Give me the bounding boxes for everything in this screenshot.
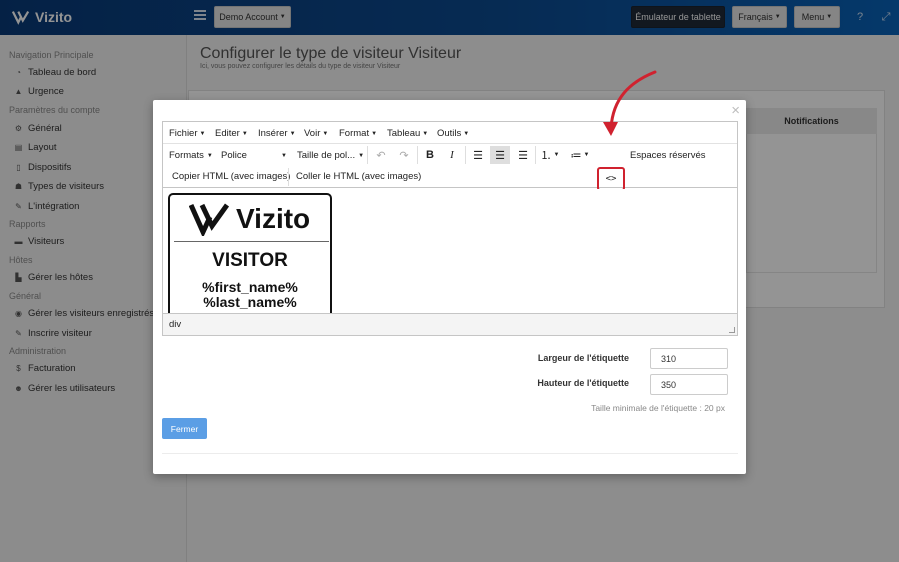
caret-down-icon: ▼ — [553, 152, 560, 158]
badge-divider — [174, 241, 329, 242]
caret-down-icon: ▼ — [358, 152, 365, 159]
copy-html-label: Copier HTML (avec images) — [172, 171, 291, 182]
bullet-list-icon[interactable]: ≔ ▼ — [567, 146, 593, 164]
placeholders-button[interactable]: Espaces réservés — [630, 150, 706, 161]
resize-handle-icon[interactable] — [729, 327, 735, 333]
badge-last-name: %last_name% — [203, 294, 297, 310]
undo-icon[interactable]: ↶ — [371, 146, 391, 164]
menu-file[interactable]: Fichier ▼ — [169, 128, 205, 139]
caret-down-icon: ▼ — [206, 152, 213, 159]
menu-label: Editer — [215, 128, 240, 139]
caret-down-icon: ▼ — [322, 130, 329, 137]
editor-toolbar: Formats ▼ Police ▼ Taille de pol... ▼ ↶ ↷ B… — [163, 144, 737, 191]
close-button-label: Fermer — [170, 423, 199, 434]
toolbar-divider — [465, 146, 466, 164]
modal-divider — [162, 453, 738, 454]
source-code-button[interactable]: <> — [597, 167, 625, 191]
paste-html-label: Coller le HTML (avec images) — [296, 171, 422, 182]
align-center-icon[interactable]: ☰ — [490, 146, 510, 164]
code-icon: <> — [605, 174, 617, 184]
menu-edit[interactable]: Editer ▼ — [215, 128, 248, 139]
copy-html-button[interactable]: Copier HTML (avec images) — [172, 171, 290, 182]
annotation-arrow-icon — [603, 70, 657, 136]
menu-label: Fichier — [169, 128, 198, 139]
badge-logo-text: Vizito — [236, 203, 311, 234]
close-icon[interactable]: × — [731, 102, 740, 119]
min-size-hint: Taille minimale de l'étiquette : 20 px — [591, 403, 725, 413]
caret-down-icon: ▼ — [241, 130, 248, 137]
vizito-logo-icon — [189, 203, 230, 236]
menu-tools[interactable]: Outils ▼ — [437, 128, 469, 139]
numbered-list-icon[interactable]: ⒈ ▼ — [537, 146, 563, 164]
editor-content-area[interactable]: Vizito VISITOR %first_name% %last_name% — [163, 189, 737, 313]
label-width-label: Largeur de l'étiquette — [537, 353, 629, 363]
badge-editor-modal: × Fichier ▼ Editer ▼ Insérer ▼ Voir ▼ Format… — [153, 100, 746, 474]
paste-html-button[interactable]: Coller le HTML (avec images) — [296, 171, 421, 182]
font-label: Police — [221, 150, 247, 161]
caret-down-icon: ▼ — [583, 152, 590, 158]
formats-dropdown[interactable]: Formats ▼ — [169, 150, 213, 161]
badge-first-name: %first_name% — [202, 279, 298, 295]
close-button[interactable]: Fermer — [162, 418, 207, 439]
toolbar-divider — [288, 168, 289, 186]
redo-icon[interactable]: ↷ — [394, 146, 414, 164]
badge-logo: Vizito — [189, 202, 310, 236]
menu-label: Tableau — [387, 128, 421, 139]
menu-label: Outils — [437, 128, 462, 139]
label-height-label: Hauteur de l'étiquette — [537, 378, 629, 388]
caret-down-icon: ▼ — [371, 130, 378, 137]
editor-statusbar: div — [163, 313, 737, 335]
menu-insert[interactable]: Insérer ▼ — [258, 128, 296, 139]
menu-label: Format — [339, 128, 370, 139]
font-family-dropdown[interactable]: Police ▼ — [221, 150, 287, 161]
toolbar-divider — [367, 146, 368, 164]
element-path[interactable]: div — [169, 319, 181, 330]
caret-down-icon: ▼ — [463, 130, 470, 137]
toolbar-divider — [535, 146, 536, 164]
font-size-dropdown[interactable]: Taille de pol... ▼ — [297, 150, 364, 161]
caret-down-icon: ▼ — [289, 130, 296, 137]
font-size-label: Taille de pol... — [297, 150, 356, 161]
align-left-icon[interactable]: ☰ — [468, 146, 488, 164]
bold-icon[interactable]: B — [420, 146, 440, 164]
italic-icon[interactable]: I — [442, 146, 462, 164]
placeholders-label: Espaces réservés — [630, 150, 706, 161]
align-right-icon[interactable]: ☰ — [513, 146, 533, 164]
formats-label: Formats — [169, 150, 204, 161]
menu-format[interactable]: Format ▼ — [339, 128, 377, 139]
badge-title: VISITOR — [212, 250, 288, 271]
visitor-badge-preview: Vizito VISITOR %first_name% %last_name% — [168, 193, 332, 313]
label-width-input[interactable] — [650, 348, 728, 369]
toolbar-divider — [417, 146, 418, 164]
caret-down-icon: ▼ — [199, 130, 206, 137]
menu-label: Voir — [304, 128, 321, 139]
menu-label: Insérer — [258, 128, 288, 139]
caret-down-icon: ▼ — [422, 130, 429, 137]
menu-table[interactable]: Tableau ▼ — [387, 128, 428, 139]
label-height-input[interactable] — [650, 374, 728, 395]
menu-view[interactable]: Voir ▼ — [304, 128, 328, 139]
rich-text-editor: Fichier ▼ Editer ▼ Insérer ▼ Voir ▼ Format ▼ … — [162, 121, 738, 336]
caret-down-icon: ▼ — [281, 152, 287, 159]
